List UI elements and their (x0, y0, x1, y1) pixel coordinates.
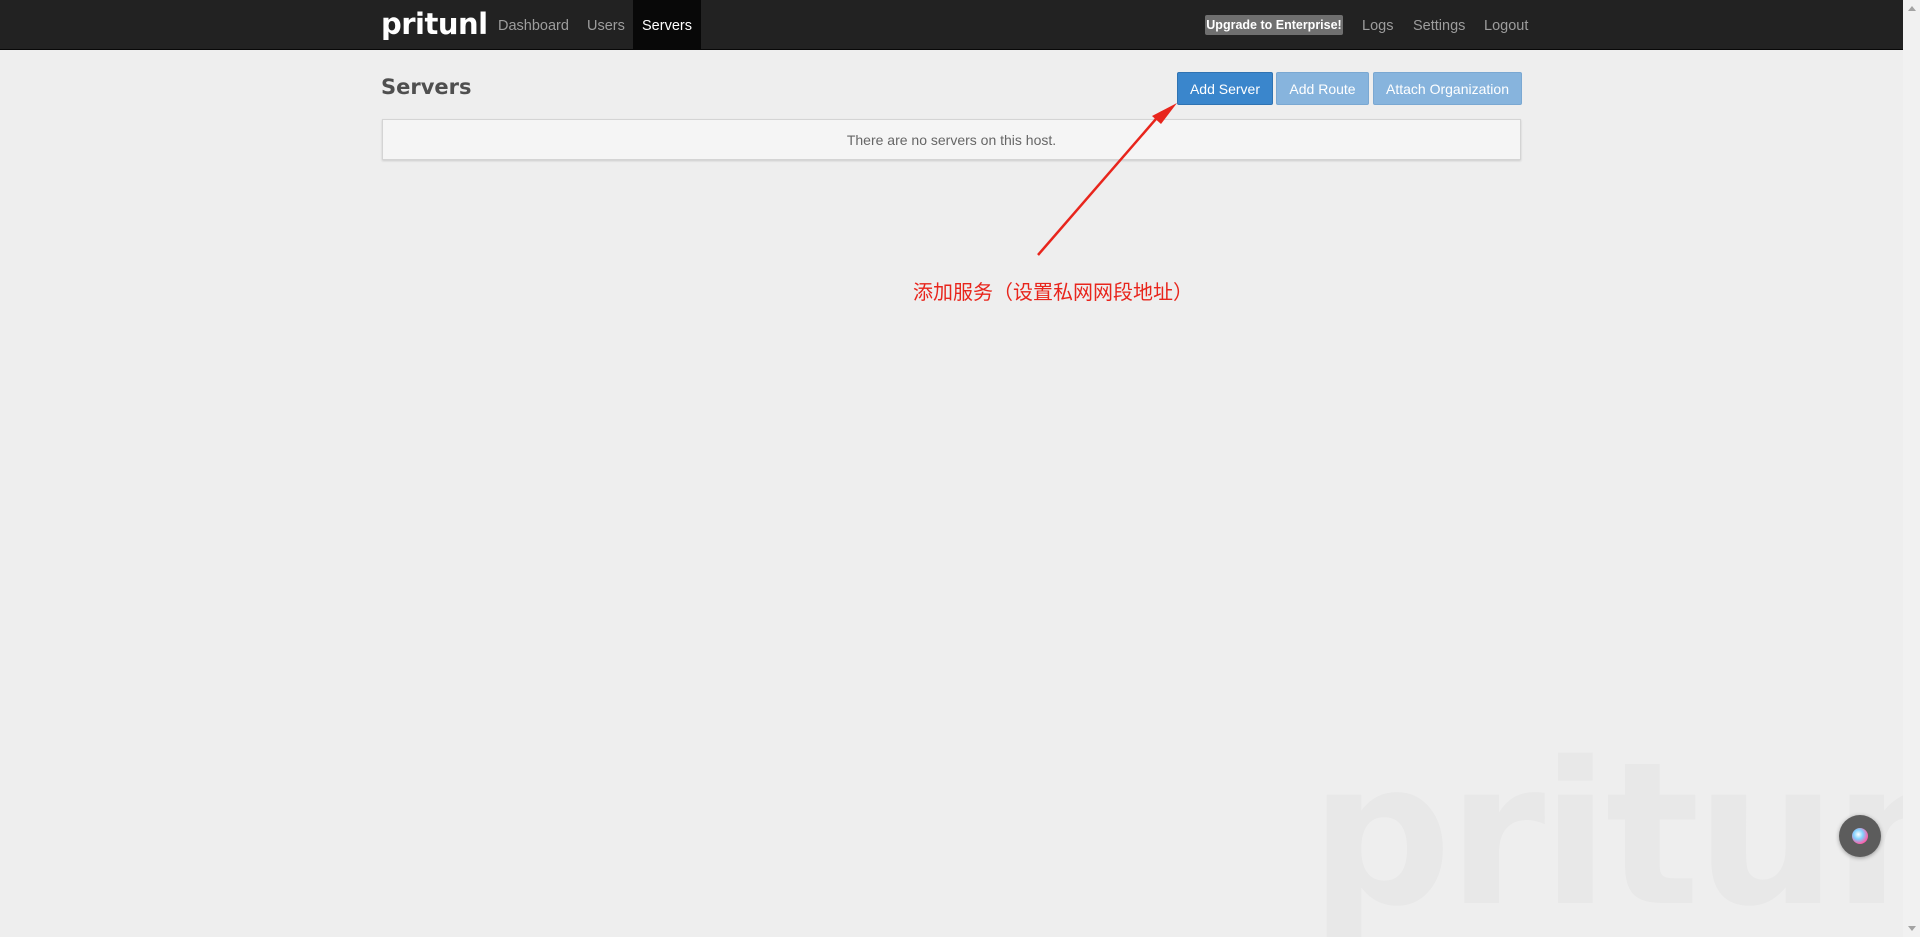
add-server-button[interactable]: Add Server (1177, 72, 1273, 105)
brand-logo[interactable]: pritunl (381, 7, 488, 41)
watermark-logo: pritunl (1310, 719, 1920, 937)
nav-users[interactable]: Users (587, 0, 625, 49)
annotation-text: 添加服务（设置私网网段地址） (913, 280, 1193, 304)
add-route-button[interactable]: Add Route (1276, 72, 1369, 105)
chevron-down-icon[interactable] (1908, 926, 1916, 931)
upgrade-enterprise-button[interactable]: Upgrade to Enterprise! (1205, 15, 1343, 35)
nav-settings[interactable]: Settings (1413, 0, 1465, 49)
attach-organization-button[interactable]: Attach Organization (1373, 72, 1522, 105)
page-title: Servers (381, 75, 472, 99)
nav-dashboard[interactable]: Dashboard (498, 0, 569, 49)
nav-logout[interactable]: Logout (1484, 0, 1528, 49)
assistant-orb-icon (1852, 828, 1868, 844)
assistant-float-button[interactable] (1839, 815, 1881, 857)
top-navbar: pritunl Dashboard Users Servers Upgrade … (0, 0, 1903, 50)
servers-empty-panel: There are no servers on this host. (382, 119, 1521, 160)
chevron-up-icon[interactable] (1908, 6, 1916, 11)
nav-logs[interactable]: Logs (1362, 0, 1393, 49)
nav-servers[interactable]: Servers (633, 0, 701, 49)
vertical-scrollbar[interactable] (1903, 0, 1920, 937)
page: pritunl Dashboard Users Servers Upgrade … (0, 0, 1920, 937)
